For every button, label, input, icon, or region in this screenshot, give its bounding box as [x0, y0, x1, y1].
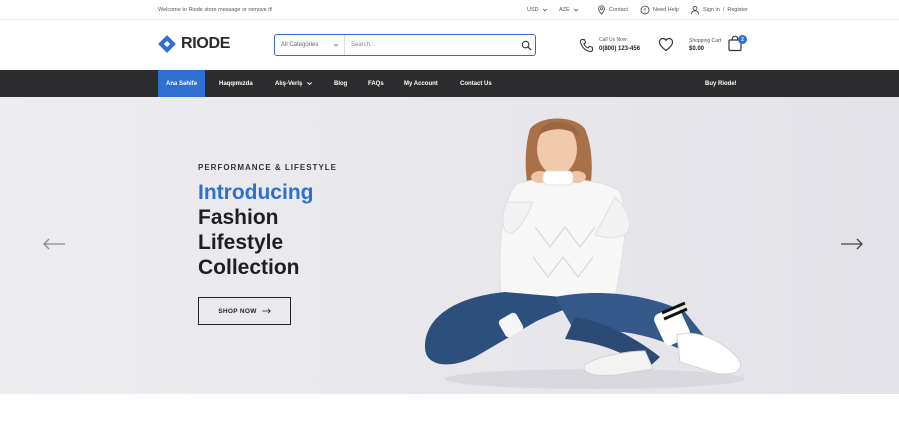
search-icon	[521, 40, 532, 51]
hero-model-image	[425, 118, 745, 389]
chevron-down-icon	[573, 8, 578, 12]
location-icon	[598, 5, 605, 15]
nav-item-faqs[interactable]: FAQs	[368, 70, 384, 97]
hero-title-line-2: Fashion	[198, 206, 279, 229]
page: Welcome to Riode store message or remove…	[0, 0, 899, 429]
nav-item-blog[interactable]: Blog	[334, 70, 347, 97]
nav-item-about[interactable]: Haqqımızda	[219, 70, 253, 97]
cart-label: Shopping Cart	[689, 38, 721, 44]
user-icon	[690, 6, 700, 15]
phone-icon	[579, 38, 594, 52]
currency-selector[interactable]: USD	[527, 7, 548, 13]
call-us[interactable]: Call Us Now: 0(800) 123-456	[579, 37, 640, 54]
nav-item-shop[interactable]: Alış-Veriş	[275, 70, 313, 97]
logo-text: RIODE	[181, 35, 231, 52]
help-label: Need Help	[653, 7, 679, 13]
call-us-label: Call Us Now:	[599, 37, 628, 43]
cart-count-badge: 2	[738, 35, 747, 44]
account-links: Sign in / Register	[690, 5, 748, 15]
chevron-down-icon	[307, 82, 313, 86]
signin-link[interactable]: Sign in	[703, 7, 720, 13]
slider-next-button[interactable]	[840, 237, 864, 255]
call-us-text: Call Us Now: 0(800) 123-456	[599, 37, 640, 54]
arrow-left-icon	[43, 238, 65, 250]
arrow-right-icon	[262, 308, 271, 314]
help-icon	[640, 5, 650, 15]
currency-label: USD	[527, 7, 539, 13]
logo-mark-icon	[158, 35, 176, 53]
nav-item-my-account[interactable]: My Account	[404, 70, 438, 97]
shop-now-label: SHOP NOW	[218, 307, 257, 315]
account-separator: /	[722, 7, 725, 13]
arrow-right-icon	[841, 238, 863, 250]
search-bar: All Categories Search...	[274, 34, 536, 56]
help-link[interactable]: Need Help	[640, 5, 679, 15]
cart-summary[interactable]: Shopping Cart $0.00	[689, 37, 721, 55]
contact-link[interactable]: Contact	[597, 5, 628, 15]
welcome-message: Welcome to Riode store message or remove…	[158, 7, 273, 13]
cart-amount: $0.00	[689, 46, 705, 52]
hero-banner: PERFORMANCE & LIFESTYLE Introducing Fash…	[0, 97, 899, 394]
chevron-down-icon	[333, 43, 339, 47]
nav-item-contact[interactable]: Contact Us	[460, 70, 492, 97]
language-label: AZE	[559, 7, 570, 13]
main-nav: Ana Səhifə Haqqımızda Alış-Veriş Blog FA…	[0, 70, 899, 97]
logo[interactable]: RIODE	[158, 35, 230, 53]
hero-eyebrow: PERFORMANCE & LIFESTYLE	[198, 163, 338, 172]
hero-title-line-4: Collection	[198, 256, 300, 279]
register-link[interactable]: Register	[727, 7, 747, 13]
language-selector[interactable]: AZE	[559, 7, 579, 13]
header: RIODE All Categories Search... Call Us N…	[0, 20, 899, 70]
search-button[interactable]	[517, 40, 535, 51]
search-category-label: All Categories	[281, 42, 319, 48]
slider-prev-button[interactable]	[42, 237, 66, 255]
shop-now-button[interactable]: SHOP NOW	[198, 297, 291, 325]
hero-title-line-1: Introducing	[198, 181, 314, 204]
search-input[interactable]: Search...	[345, 42, 517, 48]
hero-title-line-3: Lifestyle	[198, 231, 284, 254]
nav-item-home[interactable]: Ana Səhifə	[158, 70, 206, 97]
wishlist-button[interactable]	[658, 37, 674, 57]
contact-label: Contact	[609, 7, 628, 13]
search-category-select[interactable]: All Categories	[275, 35, 345, 55]
chevron-down-icon	[542, 8, 547, 12]
nav-item-shop-label: Alış-Veriş	[275, 80, 303, 87]
nav-item-buy-riode[interactable]: Buy Riode!	[705, 70, 737, 97]
phone-number: 0(800) 123-456	[599, 45, 641, 52]
heart-icon	[658, 37, 674, 52]
top-bar: Welcome to Riode store message or remove…	[0, 0, 899, 20]
